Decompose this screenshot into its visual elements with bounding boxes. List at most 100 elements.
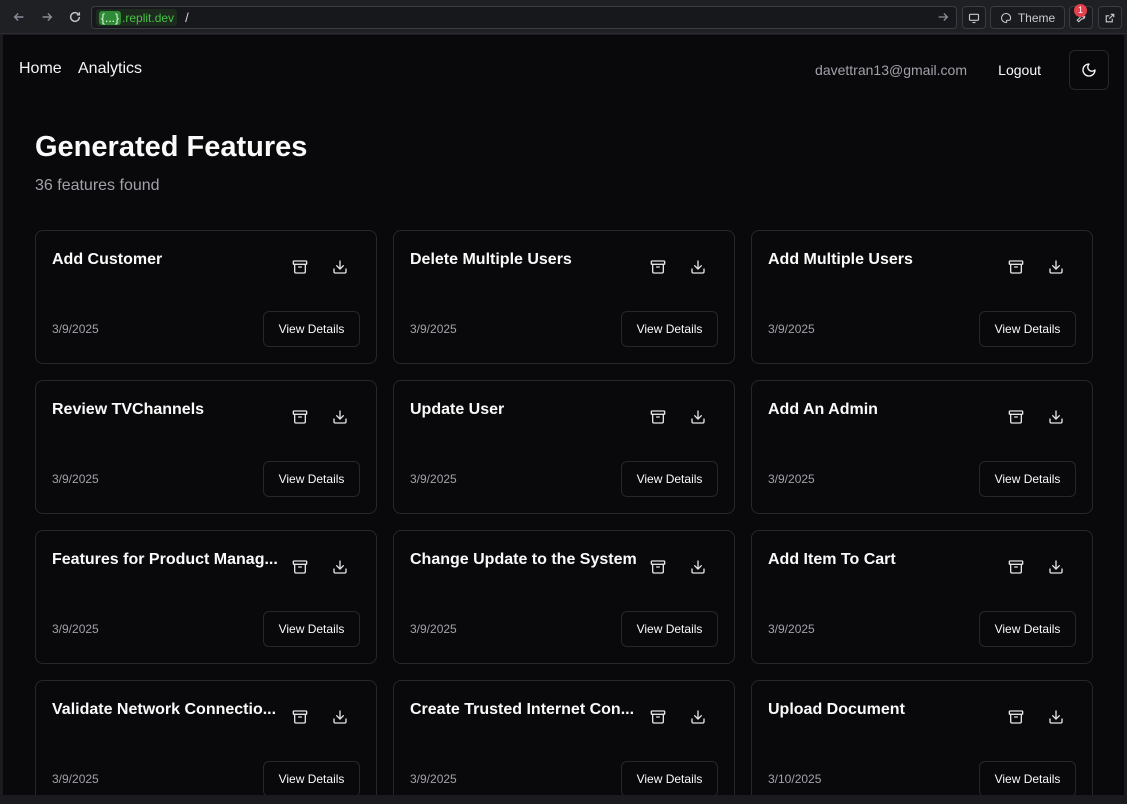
download-icon[interactable] — [686, 405, 710, 429]
feature-title: Add Multiple Users — [768, 251, 913, 268]
notification-badge: 1 — [1074, 4, 1087, 17]
url-path: / — [185, 10, 189, 25]
view-details-button[interactable]: View Details — [621, 761, 718, 795]
download-icon[interactable] — [686, 255, 710, 279]
view-details-button[interactable]: View Details — [979, 611, 1076, 647]
app-viewport: Home Analytics davettran13@gmail.com Log… — [3, 35, 1124, 795]
feature-title: Upload Document — [768, 701, 905, 718]
download-icon[interactable] — [1044, 255, 1068, 279]
logout-button[interactable]: Logout — [998, 62, 1041, 78]
view-details-button[interactable]: View Details — [263, 761, 360, 795]
feature-card: Review TVChannels 3/9/2025 View Details — [35, 380, 377, 514]
download-icon[interactable] — [328, 255, 352, 279]
view-details-button[interactable]: View Details — [621, 461, 718, 497]
nav-analytics-link[interactable]: Analytics — [78, 60, 142, 78]
feature-card: Add An Admin 3/9/2025 View Details — [751, 380, 1093, 514]
user-email: davettran13@gmail.com — [815, 62, 967, 78]
feature-date: 3/9/2025 — [410, 622, 457, 636]
feature-card: Delete Multiple Users 3/9/2025 View Deta… — [393, 230, 735, 364]
archive-icon[interactable] — [1004, 705, 1028, 729]
feature-card: Upload Document 3/10/2025 View Details — [751, 680, 1093, 795]
theme-toggle-button[interactable] — [1069, 50, 1109, 90]
download-icon[interactable] — [686, 555, 710, 579]
window-bottom-edge — [0, 795, 1127, 804]
feature-card: Validate Network Connectio... 3/9/2025 V… — [35, 680, 377, 795]
nav-home-link[interactable]: Home — [19, 60, 62, 78]
host-text: .replit.dev — [122, 10, 175, 25]
archive-icon[interactable] — [288, 405, 312, 429]
feature-date: 3/10/2025 — [768, 772, 822, 786]
feature-card: Add Item To Cart 3/9/2025 View Details — [751, 530, 1093, 664]
forward-icon[interactable] — [36, 6, 58, 28]
feature-card: Create Trusted Internet Con... 3/9/2025 … — [393, 680, 735, 795]
download-icon[interactable] — [328, 405, 352, 429]
feature-card: Update User 3/9/2025 View Details — [393, 380, 735, 514]
download-icon[interactable] — [1044, 555, 1068, 579]
feature-title: Add Customer — [52, 251, 163, 268]
go-arrow-icon[interactable] — [936, 10, 950, 24]
feature-title: Add An Admin — [768, 401, 878, 418]
archive-icon[interactable] — [288, 555, 312, 579]
view-details-button[interactable]: View Details — [621, 311, 718, 347]
download-icon[interactable] — [1044, 405, 1068, 429]
download-icon[interactable] — [1044, 705, 1068, 729]
archive-icon[interactable] — [288, 255, 312, 279]
feature-date: 3/9/2025 — [52, 622, 99, 636]
monitor-icon — [968, 13, 980, 23]
feature-title: Create Trusted Internet Con... — [410, 701, 635, 718]
view-details-button[interactable]: View Details — [263, 311, 360, 347]
feature-card: Add Customer 3/9/2025 View Details — [35, 230, 377, 364]
theme-label: Theme — [1017, 10, 1056, 25]
download-icon[interactable] — [686, 705, 710, 729]
feature-date: 3/9/2025 — [768, 622, 815, 636]
page-title: Generated Features — [35, 131, 308, 163]
host-badge: {...} — [99, 10, 122, 25]
archive-icon[interactable] — [646, 255, 670, 279]
feature-title: Add Item To Cart — [768, 551, 896, 568]
palette-icon — [1000, 12, 1011, 23]
feature-date: 3/9/2025 — [52, 322, 99, 336]
open-external-button[interactable] — [1098, 6, 1122, 29]
feature-date: 3/9/2025 — [52, 472, 99, 486]
download-icon[interactable] — [328, 555, 352, 579]
view-details-button[interactable]: View Details — [979, 461, 1076, 497]
feature-card: Features for Product Manag... 3/9/2025 V… — [35, 530, 377, 664]
feature-date: 3/9/2025 — [52, 772, 99, 786]
top-navigation: Home Analytics davettran13@gmail.com Log… — [3, 35, 1124, 105]
devices-button[interactable] — [962, 6, 986, 29]
archive-icon[interactable] — [646, 705, 670, 729]
feature-title: Validate Network Connectio... — [52, 701, 277, 718]
archive-icon[interactable] — [1004, 255, 1028, 279]
archive-icon[interactable] — [1004, 405, 1028, 429]
view-details-button[interactable]: View Details — [621, 611, 718, 647]
view-details-button[interactable]: View Details — [263, 611, 360, 647]
archive-icon[interactable] — [1004, 555, 1028, 579]
feature-date: 3/9/2025 — [410, 472, 457, 486]
feature-title: Features for Product Manag... — [52, 551, 278, 568]
feature-card: Change Update to the System 3/9/2025 Vie… — [393, 530, 735, 664]
archive-icon[interactable] — [288, 705, 312, 729]
archive-icon[interactable] — [646, 405, 670, 429]
feature-title: Update User — [410, 401, 505, 418]
feature-title: Delete Multiple Users — [410, 251, 572, 268]
view-details-button[interactable]: View Details — [979, 311, 1076, 347]
download-icon[interactable] — [328, 705, 352, 729]
theme-button[interactable]: Theme — [990, 6, 1065, 29]
view-details-button[interactable]: View Details — [979, 761, 1076, 795]
view-details-button[interactable]: View Details — [263, 461, 360, 497]
feature-title: Change Update to the System — [410, 551, 637, 568]
reload-icon[interactable] — [64, 6, 86, 28]
browser-toolbar: {...} .replit.dev / Theme 1 — [0, 0, 1127, 34]
feature-date: 3/9/2025 — [768, 472, 815, 486]
features-grid: Add Customer 3/9/2025 View Details Delet… — [35, 230, 1093, 795]
address-bar[interactable]: {...} .replit.dev / — [91, 6, 957, 29]
moon-icon — [1082, 63, 1096, 77]
external-link-icon — [1105, 13, 1115, 22]
back-icon[interactable] — [8, 6, 30, 28]
feature-title: Review TVChannels — [52, 401, 205, 418]
feature-date: 3/9/2025 — [410, 772, 457, 786]
feature-date: 3/9/2025 — [768, 322, 815, 336]
archive-icon[interactable] — [646, 555, 670, 579]
feature-card: Add Multiple Users 3/9/2025 View Details — [751, 230, 1093, 364]
tools-button[interactable]: 1 — [1069, 4, 1093, 29]
